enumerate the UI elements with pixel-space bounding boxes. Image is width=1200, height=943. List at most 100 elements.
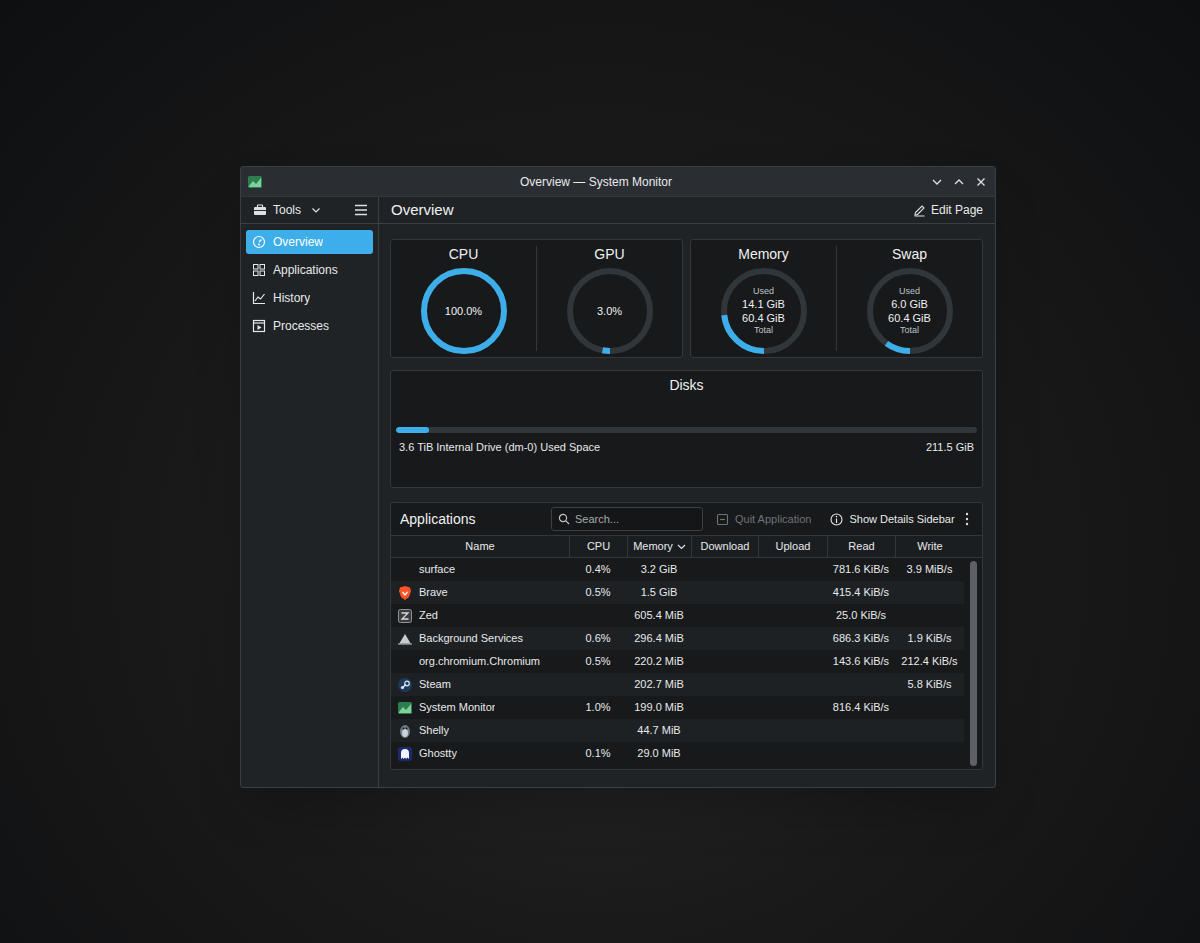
page-content: CPU100.0%GPU3.0%MemoryUsed14.1 GiB60.4 G… <box>379 224 995 787</box>
hamburger-menu-button[interactable] <box>353 202 369 218</box>
gauge-readout: 3.0% <box>565 266 655 356</box>
name-cell: Brave <box>391 584 569 601</box>
title-bar[interactable]: Overview — System Monitor <box>241 167 995 197</box>
applications-card: Applications Quit Application Show Details… <box>390 502 983 770</box>
table-cell: 816.4 KiB/s <box>827 699 895 716</box>
sidebar-list: Overview Applications History Processes <box>241 224 378 338</box>
gauge-divider <box>536 246 537 351</box>
sidebar-item-label: Applications <box>273 261 338 279</box>
table-cell: 202.7 MiB <box>627 676 691 693</box>
gauge: SwapUsed6.0 GiB60.4 GiBTotal <box>837 240 982 357</box>
column-header-label: Name <box>465 538 494 555</box>
column-header-label: Write <box>917 538 942 555</box>
column-header[interactable]: Download <box>691 536 758 557</box>
gauge-line: 6.0 GiB <box>891 297 928 311</box>
sidebar-item[interactable]: Processes <box>246 314 373 338</box>
background-services-icon <box>397 631 413 647</box>
table-row[interactable]: Zed605.4 MiB25.0 KiB/s <box>391 604 964 627</box>
app-name: org.chromium.Chromium <box>419 653 540 670</box>
brave-icon <box>397 585 413 601</box>
system-monitor-window[interactable]: Overview — System Monitor Tools Overview… <box>240 166 996 788</box>
minimize-button[interactable] <box>929 174 945 190</box>
quit-icon <box>716 513 729 526</box>
edit-page-button[interactable]: Edit Page <box>913 201 983 219</box>
sidebar-item[interactable]: Overview <box>246 230 373 254</box>
column-header-label: Read <box>848 538 874 555</box>
gauge-title: GPU <box>594 245 624 263</box>
table-header: Name CPUMemory Download Upload Read Write <box>391 535 982 558</box>
table-row[interactable]: surface0.4%3.2 GiB781.6 KiB/s3.9 MiB/s <box>391 558 964 581</box>
gauge-card: Memory Used14.1 GiB60.4 GiBTotal SwapUsed6… <box>690 239 983 358</box>
disks-card: Disks 3.6 TiB Internal Drive (dm-0) Used … <box>390 370 983 488</box>
gauge: CPU100.0% <box>391 240 536 357</box>
chevron-down-icon <box>932 177 942 187</box>
gauge-ring: 3.0% <box>565 266 655 356</box>
gauge-fill <box>870 271 950 351</box>
table-cell: 29.0 MiB <box>627 745 691 762</box>
name-cell: Shelly <box>391 722 569 739</box>
disk-value: 211.5 GiB <box>926 439 974 456</box>
app-name: Shelly <box>419 722 449 739</box>
gauge-line: 60.4 GiB <box>888 311 931 325</box>
gauge-ring: Used14.1 GiB60.4 GiBTotal <box>719 266 809 356</box>
gauge-readout: 100.0% <box>419 266 509 356</box>
gauge-title: Memory <box>738 245 789 263</box>
table-cell: 1.9 KiB/s <box>895 630 964 647</box>
toolbar-action-button[interactable]: Show Details Sidebar <box>830 511 954 528</box>
table-cell: 0.5% <box>569 653 627 670</box>
gauge-line: 3.0% <box>597 304 622 318</box>
table-cell: 415.4 KiB/s <box>827 584 895 601</box>
gauge-line: 14.1 GiB <box>742 297 785 311</box>
disk-label-row: 3.6 TiB Internal Drive (dm-0) Used Space… <box>391 439 982 456</box>
gauge-readout: Used14.1 GiB60.4 GiBTotal <box>719 266 809 356</box>
gauge-fill <box>724 271 804 351</box>
table-cell: 3.2 GiB <box>627 561 691 578</box>
table-row[interactable]: org.chromium.Chromium0.5%220.2 MiB143.6 … <box>391 650 964 673</box>
chevron-up-icon <box>954 177 964 187</box>
disks-title: Disks <box>391 371 982 394</box>
table-row[interactable]: System Monitor1.0%199.0 MiB816.4 KiB/s <box>391 696 964 719</box>
sidebar-item[interactable]: Applications <box>246 258 373 282</box>
scrollbar[interactable] <box>964 558 982 769</box>
table-cell: 781.6 KiB/s <box>827 561 895 578</box>
scrollbar-thumb[interactable] <box>970 561 977 766</box>
toolbox-icon <box>253 203 267 217</box>
column-header[interactable]: Upload <box>758 536 827 557</box>
table-cell: 25.0 KiB/s <box>827 607 895 624</box>
table-cell: 0.4% <box>569 561 627 578</box>
zed-icon <box>397 608 413 624</box>
maximize-button[interactable] <box>951 174 967 190</box>
tools-menu-button[interactable]: Tools <box>253 201 321 219</box>
gauge-line: 60.4 GiB <box>742 311 785 325</box>
table-cell: 143.6 KiB/s <box>827 653 895 670</box>
sidebar: Tools Overview Applications History Process… <box>241 197 379 787</box>
table-cell: 0.1% <box>569 745 627 762</box>
toolbar-action-button: Quit Application <box>716 511 811 528</box>
search-input[interactable] <box>575 511 696 528</box>
gauge-line: Used <box>753 286 774 297</box>
more-options-button[interactable] <box>960 511 974 527</box>
table-row[interactable]: Brave0.5%1.5 GiB415.4 KiB/s <box>391 581 964 604</box>
applications-title: Applications <box>400 509 551 530</box>
column-header[interactable]: Write <box>895 536 964 557</box>
column-header[interactable]: Read <box>827 536 895 557</box>
sidebar-item[interactable]: History <box>246 286 373 310</box>
kebab-icon <box>965 512 969 526</box>
column-header[interactable]: CPU <box>569 536 627 557</box>
sidebar-item-label: Overview <box>273 233 323 251</box>
column-header[interactable]: Memory <box>627 536 691 557</box>
table-row[interactable]: Background Services0.6%296.4 MiB686.3 Ki… <box>391 627 964 650</box>
table-cell: 1.5 GiB <box>627 584 691 601</box>
close-button[interactable] <box>973 174 989 190</box>
column-header-label: Download <box>701 538 750 555</box>
gauge-track <box>865 266 955 356</box>
app-name: Zed <box>419 607 438 624</box>
table-row[interactable]: Ghostty0.1%29.0 MiB <box>391 742 964 765</box>
column-header[interactable]: Name <box>391 536 569 557</box>
table-row[interactable]: Shelly44.7 MiB <box>391 719 964 742</box>
gauge-card: CPU100.0% GPU 3.0% <box>390 239 683 358</box>
table-cell: 5.8 KiB/s <box>895 676 964 693</box>
toolbar-action-label: Quit Application <box>735 511 811 528</box>
table-row[interactable]: Steam202.7 MiB5.8 KiB/s <box>391 673 964 696</box>
